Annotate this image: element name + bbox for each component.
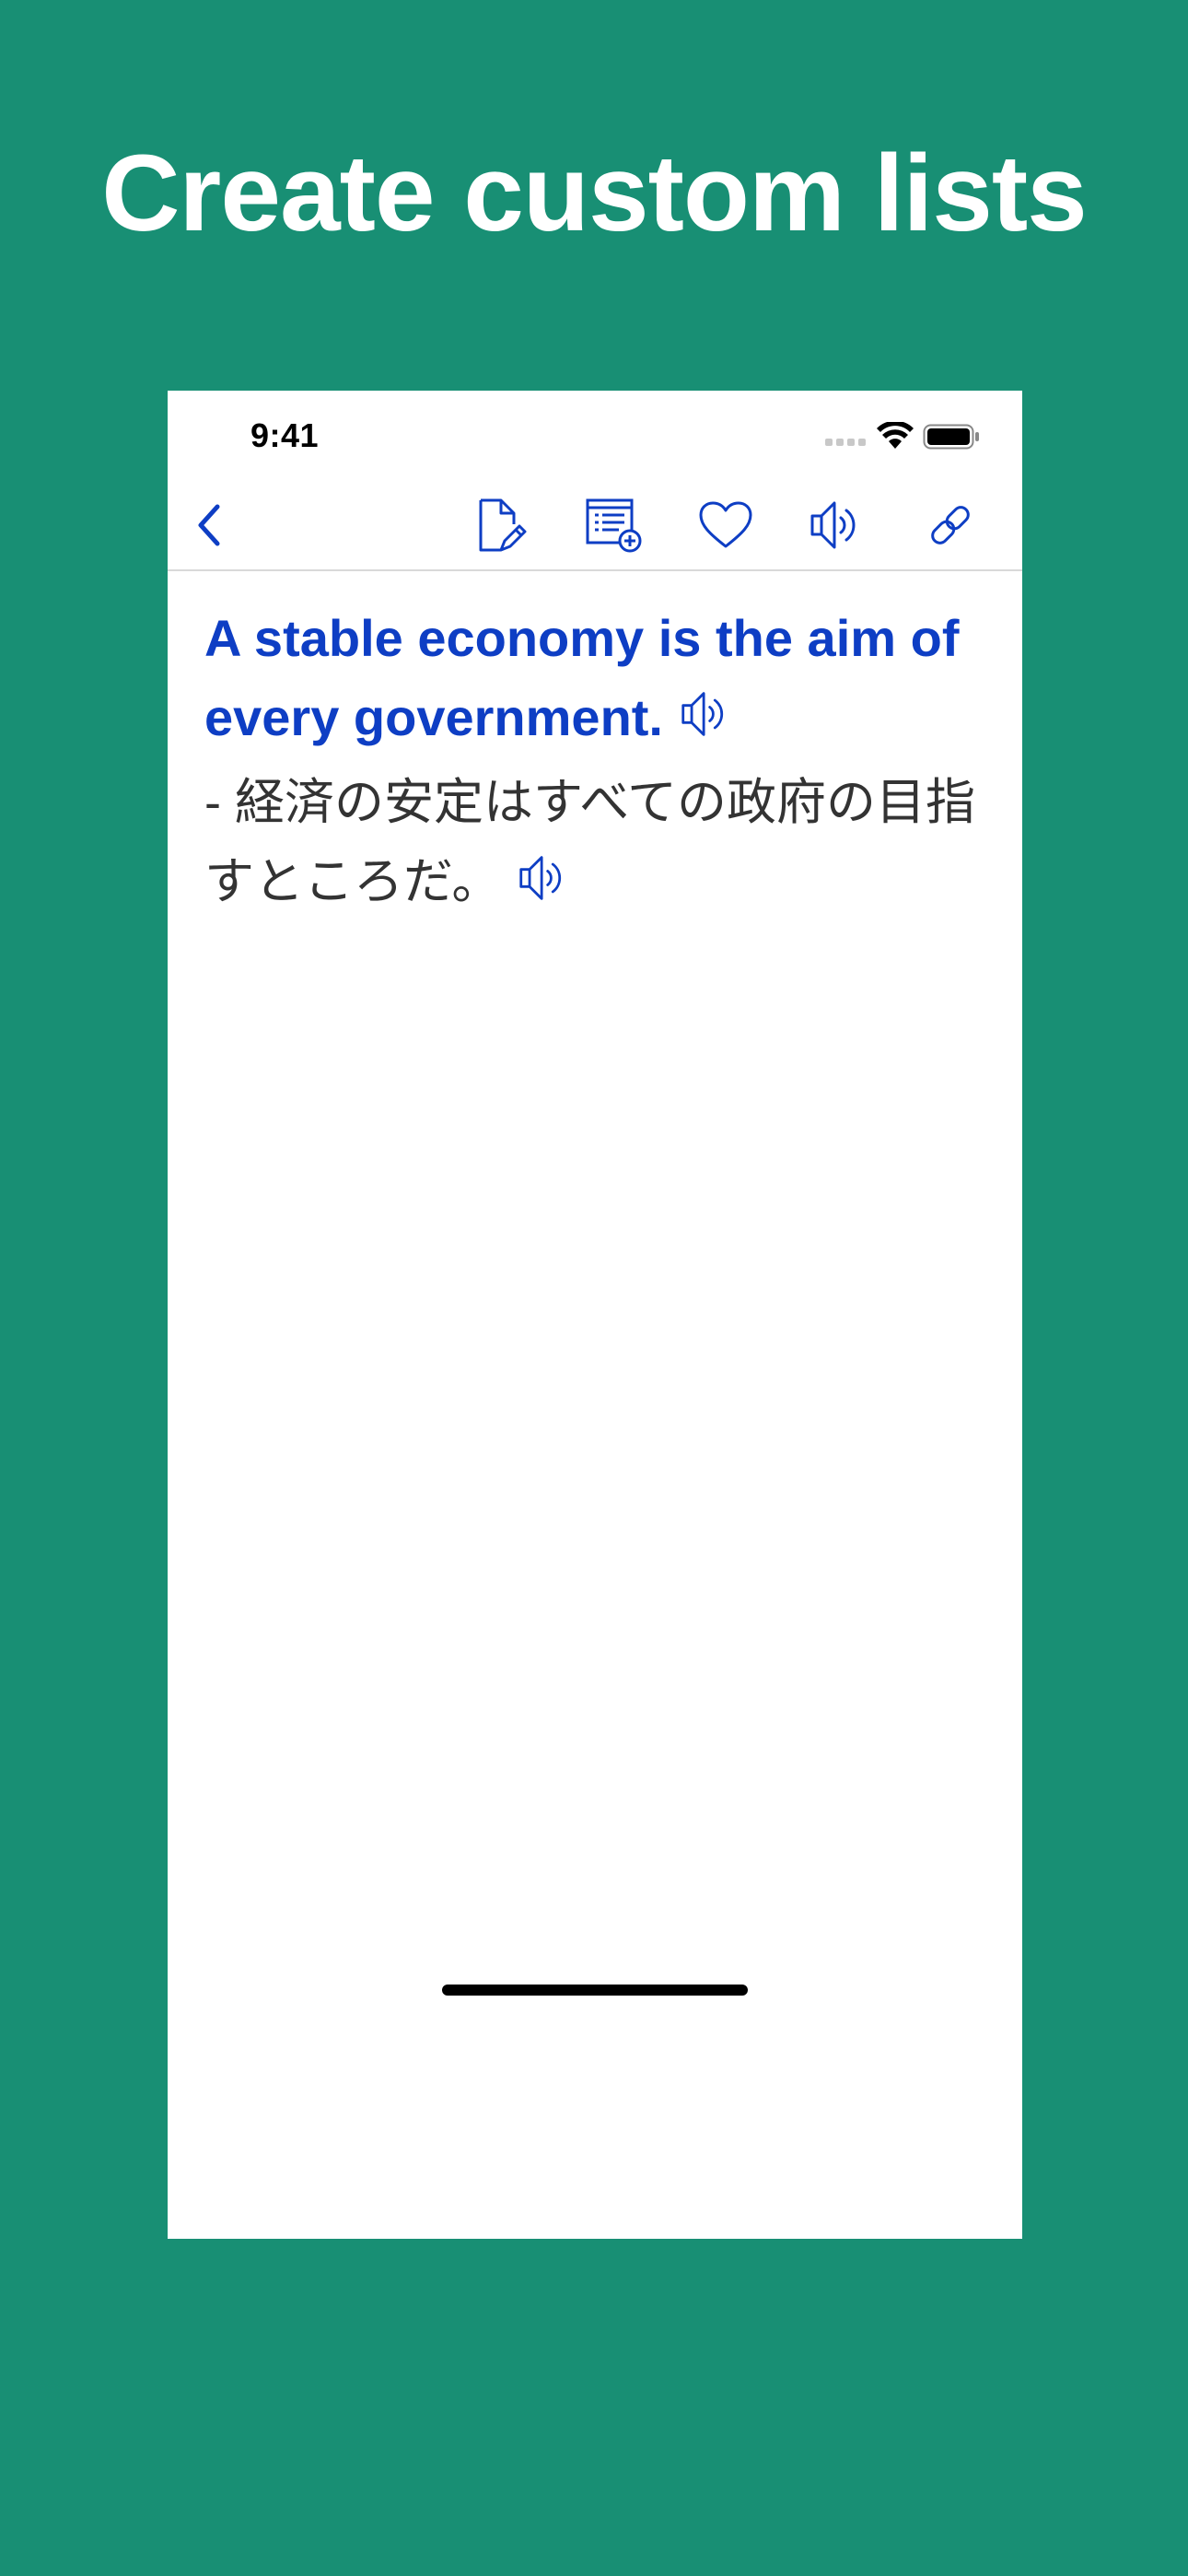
japanese-translation: - 経済の安定はすべての政府の目指すところだ。 — [204, 763, 996, 921]
back-button[interactable] — [177, 492, 243, 558]
battery-icon — [923, 424, 979, 450]
link-icon — [931, 506, 970, 544]
speaker-icon[interactable] — [680, 688, 731, 740]
add-to-list-icon — [586, 498, 642, 553]
sentence-detail: A stable economy is the aim of every gov… — [204, 599, 996, 921]
status-bar: 9:41 — [168, 391, 1022, 483]
phone-screen: 9:41 A stable economy is the aim of ever… — [168, 391, 1022, 2239]
edit-button[interactable] — [468, 492, 534, 558]
headline: Create custom lists — [101, 133, 1088, 254]
speak-button[interactable] — [803, 492, 869, 558]
english-sentence-text: A stable economy is the aim of every gov… — [204, 609, 960, 746]
heart-icon — [699, 501, 752, 548]
cellular-signal-icon — [825, 439, 866, 446]
home-indicator[interactable] — [442, 1985, 748, 1996]
toolbar — [168, 483, 1022, 571]
favorite-button[interactable] — [693, 492, 759, 558]
add-to-list-button[interactable] — [580, 492, 646, 558]
speaker-icon[interactable] — [518, 852, 569, 904]
status-time: 9:41 — [250, 416, 320, 454]
link-button[interactable] — [917, 492, 984, 558]
english-sentence: A stable economy is the aim of every gov… — [204, 599, 996, 757]
edit-document-icon — [479, 498, 527, 552]
wifi-icon — [877, 422, 914, 449]
speaker-icon — [810, 501, 856, 549]
japanese-translation-text: - 経済の安定はすべての政府の目指すところだ。 — [204, 775, 976, 909]
chevron-left-icon — [198, 504, 220, 546]
